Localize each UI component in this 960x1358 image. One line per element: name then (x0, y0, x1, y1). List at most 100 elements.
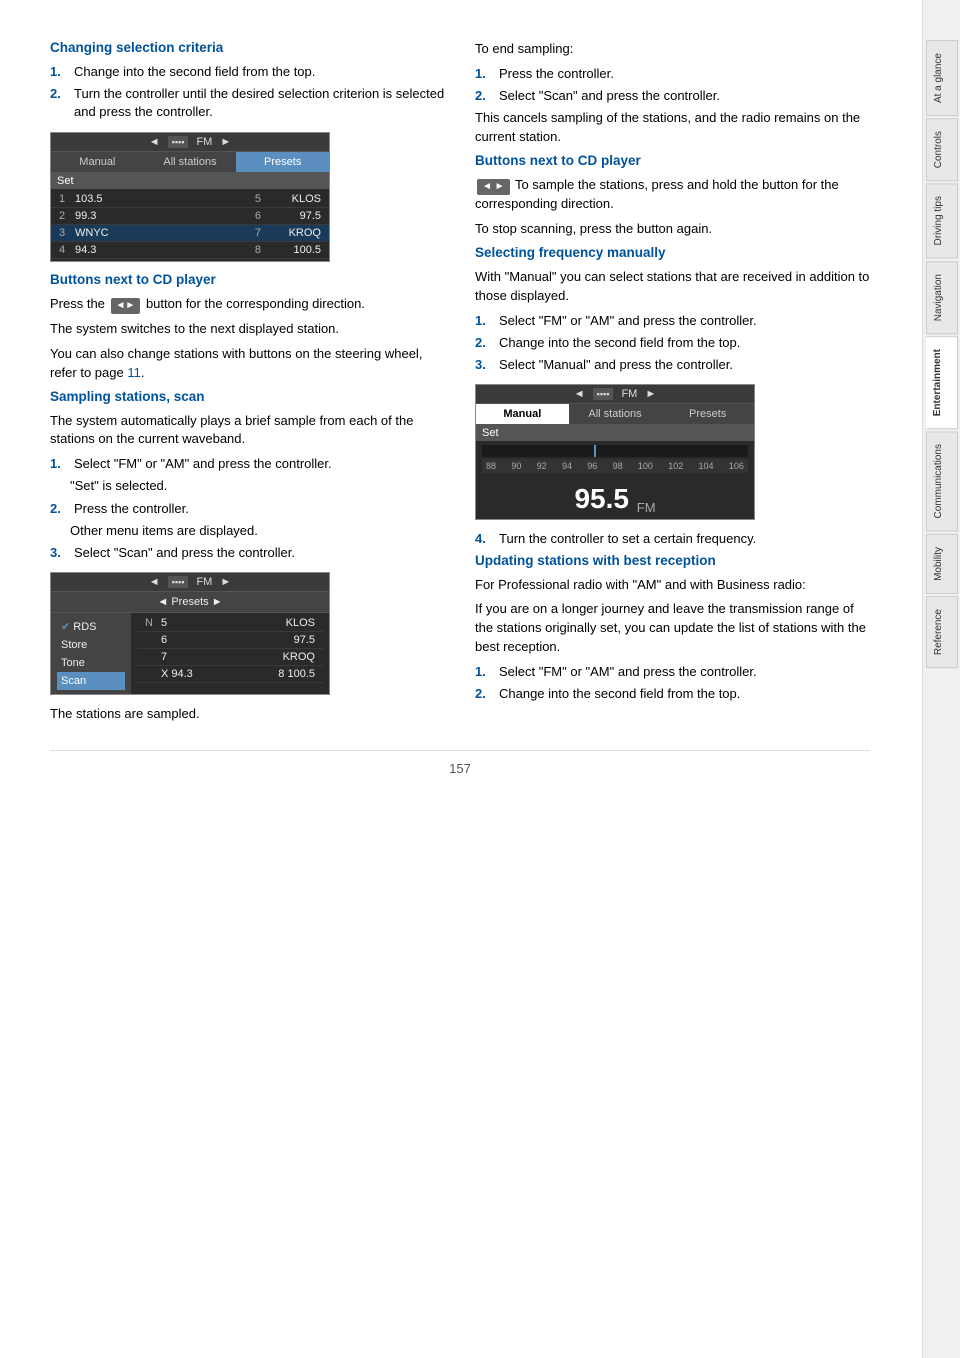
sampling-intro: The system automatically plays a brief s… (50, 412, 445, 450)
section-title-freq: Selecting frequency manually (475, 245, 870, 260)
sidebar-tab-navigation[interactable]: Navigation (926, 261, 958, 334)
screen-set-label: Set (51, 173, 329, 189)
freq-slider-bg (482, 445, 748, 457)
step-item: Select "Manual" and press the controller… (475, 356, 870, 374)
sub-step-1: "Set" is selected. (70, 477, 445, 495)
header-fm: FM (196, 576, 212, 588)
sidebar-tab-at-a-glance[interactable]: At a glance (926, 40, 958, 116)
step-text: Select "Scan" and press the controller. (74, 544, 295, 562)
cd-button-icon: ◄► (111, 298, 141, 315)
freq-screen-header: ◄ ▪▪▪▪ FM ► (476, 385, 754, 404)
freq-cursor (594, 445, 596, 457)
update-intro2: If you are on a longer journey and leave… (475, 600, 870, 657)
section-changing-criteria: Changing selection criteria Change into … (50, 40, 445, 262)
step-item: Change into the second field from the to… (475, 334, 870, 352)
step-text: Change into the second field from the to… (499, 685, 740, 703)
cd-left-right-icon: ◄ ► (477, 179, 510, 196)
header-icon: ▪▪▪▪ (593, 388, 614, 400)
header-icon: ▪▪▪▪ (168, 576, 189, 588)
sidebar-tab-controls[interactable]: Controls (926, 118, 958, 181)
menu-item-scan[interactable]: Scan (57, 672, 125, 690)
tab-all-stations[interactable]: All stations (144, 152, 237, 172)
tab-presets[interactable]: Presets (236, 152, 329, 172)
steps-end-sampling: Press the controller. Select "Scan" and … (475, 65, 870, 105)
buttons-text2: To stop scanning, press the button again… (475, 220, 870, 239)
step-text: Select "FM" or "AM" and press the contro… (499, 312, 757, 330)
step-item: Press the controller. (50, 500, 445, 518)
freq-screen-tabs: Manual All stations Presets (476, 404, 754, 425)
section-title-changing: Changing selection criteria (50, 40, 445, 55)
sidebar: At a glance Controls Driving tips Naviga… (922, 0, 960, 1358)
steps-freq: Select "FM" or "AM" and press the contro… (475, 312, 870, 375)
menu-item-tone[interactable]: Tone (57, 654, 125, 672)
step-item: Change into the second field from the to… (475, 685, 870, 703)
freq-header-label: FM (621, 388, 637, 400)
sidebar-tab-reference[interactable]: Reference (926, 596, 958, 668)
menu-item-rds[interactable]: ✔ RDS (57, 617, 125, 636)
step-item: Select "FM" or "AM" and press the contro… (475, 312, 870, 330)
step-text: Press the controller. (499, 65, 614, 83)
step-text: Select "Scan" and press the controller. (499, 87, 720, 105)
header-icon: ▪▪▪▪ (168, 136, 189, 148)
tab-manual[interactable]: Manual (51, 152, 144, 172)
screen-header: ◄ ▪▪▪▪ FM ► ■ (51, 133, 329, 152)
sub-step-2: Other menu items are displayed. (70, 522, 445, 540)
steps-sampling-2: Press the controller. (50, 500, 445, 518)
section-title-sampling: Sampling stations, scan (50, 389, 445, 404)
step-text: Select "FM" or "AM" and press the contro… (74, 455, 332, 473)
station-row: X 94.3 8 100.5 (137, 666, 323, 683)
sidebar-tab-communications[interactable]: Communications (926, 431, 958, 531)
scan-menu-left: ✔ RDS Store Tone Scan (51, 613, 131, 694)
step-item: Select "FM" or "AM" and press the contro… (50, 455, 445, 473)
buttons-cd-text3: You can also change stations with button… (50, 345, 445, 383)
step-text: Change into the second field from the to… (499, 334, 740, 352)
freq-set-label: Set (476, 425, 754, 441)
freq-tab-presets[interactable]: Presets (661, 404, 754, 424)
section-buttons-cd: Buttons next to CD player Press the ◄► b… (50, 272, 445, 383)
station-row: 4 94.3 8 100.5 (51, 242, 329, 259)
section-buttons-cd-right: Buttons next to CD player ◄ ► To sample … (475, 153, 870, 239)
step-item: Turn the controller to set a certain fre… (475, 530, 870, 548)
section-end-sampling: To end sampling: Press the controller. S… (475, 40, 870, 147)
step-text: Change into the second field from the to… (74, 63, 315, 81)
freq-tab-manual[interactable]: Manual (476, 404, 569, 424)
screen-preset-selector: ◄ ▪▪▪▪ FM ► ■ Manual All stations Preset… (50, 132, 330, 262)
menu-item-store[interactable]: Store (57, 636, 125, 654)
page-number: 157 (50, 750, 870, 776)
steps-changing: Change into the second field from the to… (50, 63, 445, 122)
station-row: N 5 KLOS (137, 615, 323, 632)
step-item: Select "FM" or "AM" and press the contro… (475, 663, 870, 681)
scan-menu-area: ✔ RDS Store Tone Scan N 5 KLOS (51, 613, 329, 694)
freq-tab-all[interactable]: All stations (569, 404, 662, 424)
section-sampling: Sampling stations, scan The system autom… (50, 389, 445, 724)
sampling-footer: The stations are sampled. (50, 705, 445, 724)
update-intro1: For Professional radio with "AM" and wit… (475, 576, 870, 595)
step-text: Select "Manual" and press the controller… (499, 356, 733, 374)
step-text: Turn the controller to set a certain fre… (499, 530, 756, 548)
header-arrow-left: ◄ (149, 136, 160, 148)
section-title-buttons-cd-right: Buttons next to CD player (475, 153, 870, 168)
steps-update: Select "FM" or "AM" and press the contro… (475, 663, 870, 703)
sidebar-tab-mobility[interactable]: Mobility (926, 534, 958, 594)
step-text: Turn the controller until the desired se… (74, 85, 445, 121)
section-updating-stations: Updating stations with best reception Fo… (475, 553, 870, 704)
sidebar-tab-entertainment[interactable]: Entertainment (926, 336, 958, 429)
section-freq-manually: Selecting frequency manually With "Manua… (475, 245, 870, 548)
sidebar-tab-driving-tips[interactable]: Driving tips (926, 183, 958, 258)
steps-freq-4: Turn the controller to set a certain fre… (475, 530, 870, 548)
screen-stations-list: 1 103.5 5 KLOS 2 99.3 6 97.5 (51, 189, 329, 261)
end-sampling-note: This cancels sampling of the stations, a… (475, 109, 870, 147)
screen-scan: ◄ ▪▪▪▪ FM ► ◄ Presets ► ✔ RDS Store (50, 572, 330, 695)
step-item: Change into the second field from the to… (50, 63, 445, 81)
page-link[interactable]: 11 (127, 365, 141, 380)
step-item: Press the controller. (475, 65, 870, 83)
freq-value-display: 95.5 FM (476, 473, 754, 519)
steps-sampling: Select "FM" or "AM" and press the contro… (50, 455, 445, 473)
step-text: Select "FM" or "AM" and press the contro… (499, 663, 757, 681)
buttons-text1: To sample the stations, press and hold t… (475, 177, 839, 212)
header-arrow-right: ► (220, 136, 231, 148)
station-row-active: 3 WNYC 7 KROQ (51, 225, 329, 242)
left-column: Changing selection criteria Change into … (50, 40, 445, 730)
station-row: 7 KROQ (137, 649, 323, 666)
header-right: ► (220, 576, 231, 588)
